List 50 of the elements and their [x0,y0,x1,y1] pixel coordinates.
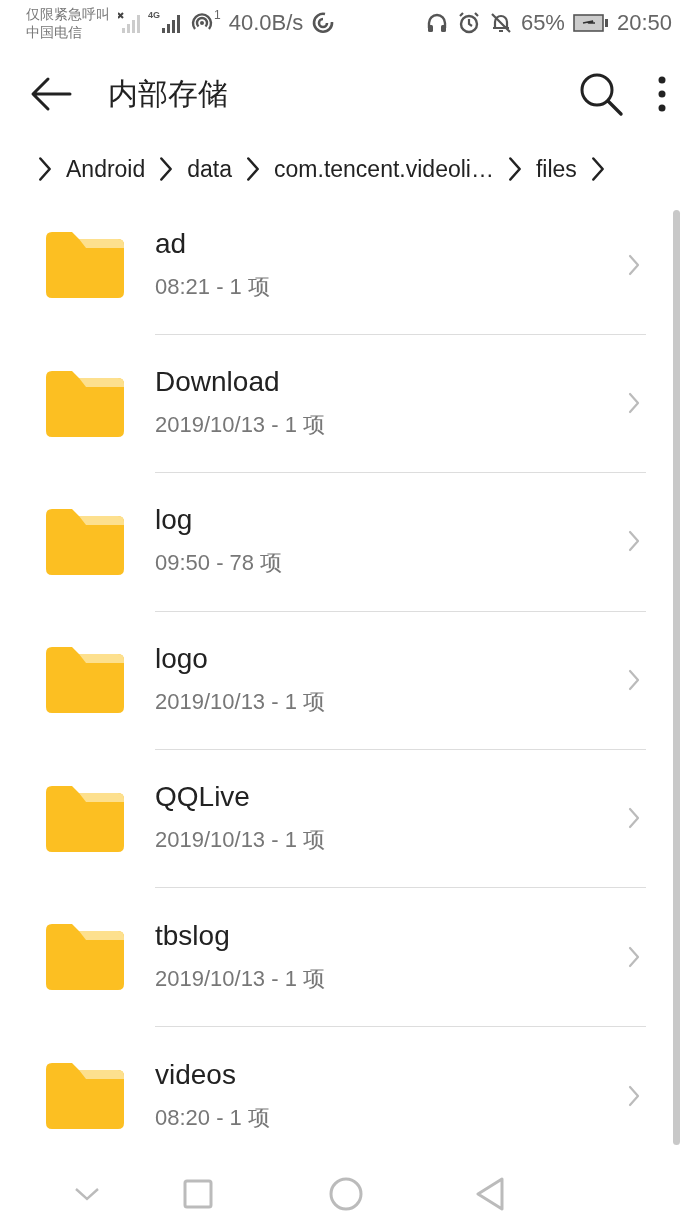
back-icon[interactable] [475,1177,505,1211]
carrier-name: 中国电信 [26,23,83,41]
folder-details: 08:21 - 1 项 [155,272,271,301]
no-signal-icon [118,12,140,34]
chevron-right-icon [246,156,261,182]
folder-name[interactable]: logo [155,642,646,675]
folder-icon [46,924,124,991]
folder-icon [46,1062,124,1129]
network-speed: 40.0B/s [228,10,304,36]
breadcrumb-item[interactable]: data [187,155,233,183]
folder-details: 08:20 - 1 项 [155,1103,271,1132]
folder-icon [46,370,124,437]
home-icon[interactable] [329,1177,363,1211]
back-arrow-icon[interactable] [30,76,72,112]
clock-time: 20:50 [616,10,672,36]
folder-icon [46,647,124,714]
chevron-right-icon [159,156,174,182]
battery-percent: 65% [520,10,565,36]
folder-details: 2019/10/13 - 1 项 [155,826,326,855]
hotspot-count: 1 [214,8,221,22]
folder-icon [46,508,124,575]
breadcrumb-item[interactable]: files [535,155,577,183]
folder-details: 09:50 - 78 项 [155,549,284,578]
emergency-text: 仅限紧急呼叫 [26,5,110,23]
screen-title: 内部存储 [108,75,229,112]
folder-name[interactable]: videos [155,1058,646,1091]
more-options-icon[interactable] [658,76,666,112]
folder-name[interactable]: log [155,504,646,537]
network-type: 4G [148,10,160,20]
chevron-right-icon [38,156,52,182]
folder-name[interactable]: Download [155,366,646,399]
chevron-right-icon [590,156,605,182]
swirl-icon [311,11,336,35]
folder-details: 2019/10/13 - 1 项 [155,687,326,716]
folder-name[interactable]: QQLive [155,781,646,814]
battery-charging-icon [572,14,609,32]
folder-details: 2019/10/13 - 1 项 [155,964,326,993]
chevron-down-icon[interactable] [74,1186,100,1202]
breadcrumb-item[interactable]: com.tencent.videoli… [274,155,494,183]
recent-apps-icon[interactable] [183,1179,213,1209]
folder-details: 2019/10/13 - 1 项 [155,411,326,440]
search-icon[interactable] [578,71,624,117]
folder-icon [46,232,124,299]
signal-icon [160,12,182,34]
folder-name[interactable]: tbslog [155,919,646,952]
breadcrumb-item[interactable]: Android [66,155,146,183]
chevron-right-icon [507,156,522,182]
folder-icon [46,785,124,852]
folder-name[interactable]: ad [155,227,646,260]
bell-off-icon [488,11,513,35]
